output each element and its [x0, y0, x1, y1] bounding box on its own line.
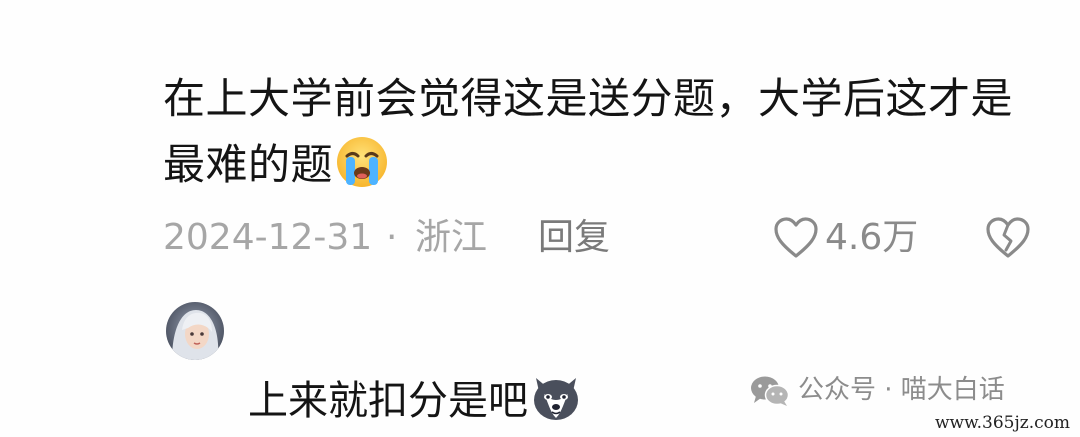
avatar-image: [166, 302, 224, 360]
wechat-icon: [751, 376, 790, 406]
reply-button[interactable]: 回复: [538, 210, 610, 266]
broken-heart-icon[interactable]: [985, 216, 1031, 260]
comment-text: 在上大学前会觉得这是送分题，大学后这才是最难的题: [163, 74, 1014, 189]
site-watermark: www.365jz.com: [935, 413, 1070, 433]
comment-meta: 2024-12-31 · 浙江 回复 4.6万: [163, 210, 1043, 266]
comment-location: 浙江: [415, 217, 488, 258]
meta-separator: ·: [386, 217, 398, 258]
comment-body: 在上大学前会觉得这是送分题，大学后这才是最难的题: [163, 66, 1043, 198]
husky-dog-icon: [534, 378, 578, 420]
watermark-text: 公众号 · 喵大白话: [798, 375, 1005, 405]
crying-face-icon: [337, 137, 388, 187]
avatar[interactable]: [166, 302, 224, 360]
reply-body: 上来就扣分是吧: [248, 372, 582, 429]
heart-icon: [774, 217, 818, 258]
comment-date: 2024-12-31: [163, 217, 373, 258]
reply-text: 上来就扣分是吧: [248, 378, 528, 424]
like-count: 4.6万: [825, 217, 919, 258]
comment-thread: 在上大学前会觉得这是送分题，大学后这才是最难的题 2024-12-31 · 浙江…: [0, 0, 1080, 437]
